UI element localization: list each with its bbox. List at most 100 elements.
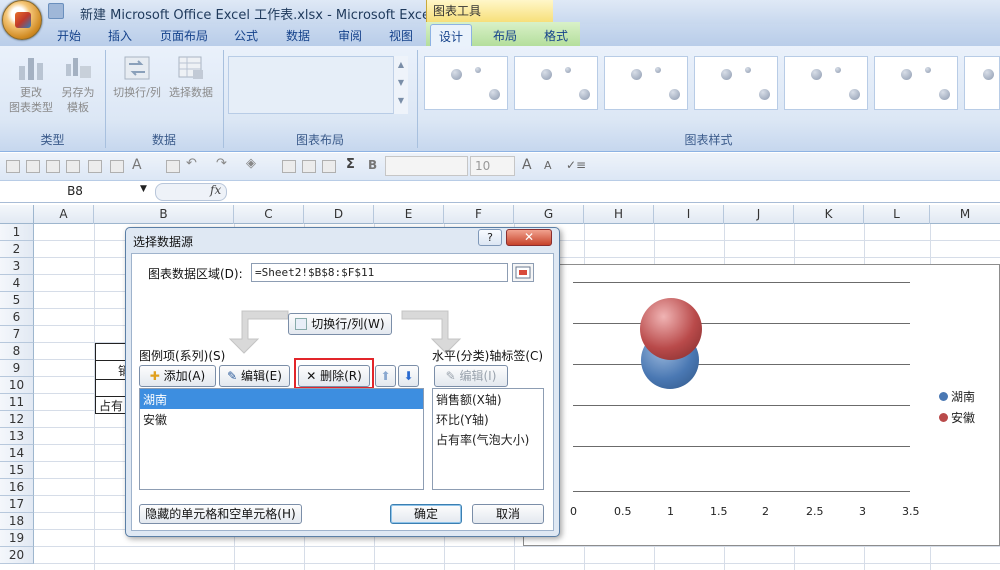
insert-function-icon[interactable]: fx <box>210 183 221 197</box>
column-header[interactable]: M <box>930 205 1000 224</box>
chart-layout-scroll[interactable]: ▲ ▼ ▼ <box>393 56 408 114</box>
autosum-icon[interactable]: Σ <box>346 157 355 172</box>
range-collapse-button[interactable] <box>512 263 534 282</box>
fill-color-icon[interactable]: ◈ <box>246 156 256 171</box>
chart-style-6[interactable] <box>874 56 958 110</box>
name-box[interactable]: B8 <box>0 183 150 201</box>
move-down-button[interactable]: ⬇ <box>398 365 419 387</box>
redo-icon[interactable]: ↷ <box>216 156 227 171</box>
category-item[interactable]: 环比(Y轴) <box>433 409 543 429</box>
row-header[interactable]: 10 <box>0 377 34 394</box>
align-left-icon[interactable] <box>282 160 296 173</box>
tab-insert[interactable]: 插入 <box>108 27 132 44</box>
font-name-select[interactable] <box>385 156 468 176</box>
column-header[interactable]: B <box>94 205 234 224</box>
row-header[interactable]: 12 <box>0 411 34 428</box>
shrink-font-button[interactable]: A <box>544 159 552 172</box>
tab-formulas[interactable]: 公式 <box>234 27 258 44</box>
save-icon[interactable] <box>48 3 64 19</box>
switch-row-column-dialog-button[interactable]: 切换行/列(W) <box>288 313 392 335</box>
add-series-button[interactable]: ✚ 添加(A) <box>139 365 216 387</box>
font-size-select[interactable]: 10 <box>470 156 515 176</box>
save-small-icon[interactable] <box>166 160 180 173</box>
row-header[interactable]: 20 <box>0 547 34 564</box>
font-color-icon[interactable]: A <box>132 157 142 173</box>
category-list[interactable]: 销售额(X轴) 环比(Y轴) 占有率(气泡大小) <box>432 388 544 490</box>
ok-button[interactable]: 确定 <box>390 504 462 524</box>
grow-font-button[interactable]: A <box>522 157 532 173</box>
row-header[interactable]: 14 <box>0 445 34 462</box>
column-header[interactable]: G <box>514 205 584 224</box>
row-header[interactable]: 11 <box>0 394 34 411</box>
chart-style-2[interactable] <box>514 56 598 110</box>
tab-format[interactable]: 格式 <box>544 27 568 44</box>
column-header[interactable]: C <box>234 205 304 224</box>
hidden-empty-cells-button[interactable]: 隐藏的单元格和空单元格(H) <box>139 504 302 524</box>
row-header[interactable]: 5 <box>0 292 34 309</box>
tab-review[interactable]: 审阅 <box>338 27 362 44</box>
row-header[interactable]: 3 <box>0 258 34 275</box>
series-item[interactable]: 安徽 <box>140 409 423 429</box>
name-box-dropdown-icon[interactable]: ▼ <box>140 184 147 194</box>
chart-layout-gallery[interactable] <box>228 56 408 114</box>
column-header[interactable]: I <box>654 205 724 224</box>
column-header[interactable]: L <box>864 205 930 224</box>
format-icon[interactable] <box>6 160 20 173</box>
change-chart-type-button[interactable]: 更改 图表类型 <box>8 54 54 128</box>
column-header[interactable]: A <box>34 205 94 224</box>
office-button[interactable] <box>2 0 42 40</box>
row-header[interactable]: 19 <box>0 530 34 547</box>
help-button[interactable]: ? <box>478 229 502 246</box>
edit-series-button[interactable]: ✎ 编辑(E) <box>219 365 290 387</box>
row-header[interactable]: 15 <box>0 462 34 479</box>
style-icon[interactable]: ✓≡ <box>566 158 586 172</box>
chart-style-4[interactable] <box>694 56 778 110</box>
save-as-template-button[interactable]: 另存为 模板 <box>56 54 100 128</box>
chart-style-5[interactable] <box>784 56 868 110</box>
merge-icon[interactable] <box>110 160 124 173</box>
tab-data[interactable]: 数据 <box>286 27 310 44</box>
align-center-icon[interactable] <box>302 160 316 173</box>
tab-view[interactable]: 视图 <box>389 27 413 44</box>
chart-style-7[interactable] <box>964 56 1000 110</box>
grid-icon[interactable] <box>46 160 60 173</box>
switch-row-column-button[interactable]: 切换行/列 <box>108 54 166 114</box>
chart-style-1[interactable] <box>424 56 508 110</box>
row-header[interactable]: 4 <box>0 275 34 292</box>
tab-page-layout[interactable]: 页面布局 <box>160 27 208 44</box>
select-data-button[interactable]: 选择数据 <box>166 54 216 114</box>
row-header[interactable]: 7 <box>0 326 34 343</box>
row-header[interactable]: 9 <box>0 360 34 377</box>
chart-icon[interactable] <box>88 160 102 173</box>
row-header[interactable]: 17 <box>0 496 34 513</box>
align-right-icon[interactable] <box>322 160 336 173</box>
column-header[interactable]: J <box>724 205 794 224</box>
bubble-series-2[interactable] <box>640 298 702 360</box>
select-all-corner[interactable] <box>0 205 34 224</box>
series-list[interactable]: 湖南 安徽 <box>139 388 424 490</box>
row-header[interactable]: 18 <box>0 513 34 530</box>
series-item[interactable]: 湖南 <box>140 389 423 409</box>
column-header[interactable]: F <box>444 205 514 224</box>
column-header[interactable]: D <box>304 205 374 224</box>
move-up-button[interactable]: ⬆ <box>375 365 396 387</box>
chart-style-3[interactable] <box>604 56 688 110</box>
tab-home[interactable]: 开始 <box>57 27 81 44</box>
close-button[interactable]: ✕ <box>506 229 552 246</box>
tab-layout[interactable]: 布局 <box>493 27 517 44</box>
data-range-input[interactable]: =Sheet2!$B$8:$F$11 <box>251 263 508 282</box>
undo-icon[interactable]: ↶ <box>186 156 197 171</box>
bold-button[interactable]: B <box>368 158 377 172</box>
row-header[interactable]: 6 <box>0 309 34 326</box>
cancel-button[interactable]: 取消 <box>472 504 544 524</box>
row-header[interactable]: 13 <box>0 428 34 445</box>
row-header[interactable]: 1 <box>0 224 34 241</box>
edit-category-button[interactable]: ✎ 编辑(I) <box>434 365 508 387</box>
column-header[interactable]: E <box>374 205 444 224</box>
column-header[interactable]: K <box>794 205 864 224</box>
row-header[interactable]: 16 <box>0 479 34 496</box>
row-header[interactable]: 8 <box>0 343 34 360</box>
column-header[interactable]: H <box>584 205 654 224</box>
table-icon[interactable] <box>26 160 40 173</box>
row-header[interactable]: 2 <box>0 241 34 258</box>
